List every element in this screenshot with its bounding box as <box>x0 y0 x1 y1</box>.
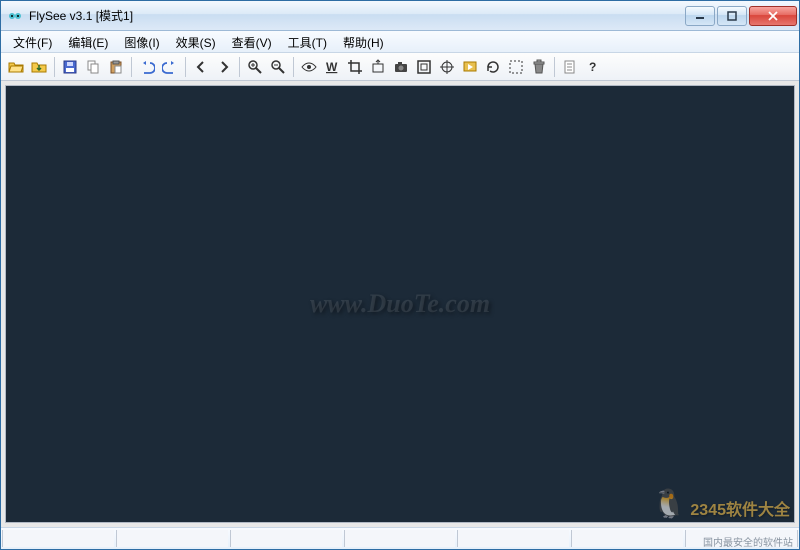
whats-this-icon: ? <box>585 59 601 75</box>
watermark-corner: 🐧 2345软件大全 <box>652 487 790 520</box>
copy-button[interactable] <box>82 56 104 78</box>
save-icon <box>62 59 78 75</box>
open-button[interactable] <box>5 56 27 78</box>
zoom-in-button[interactable] <box>244 56 266 78</box>
capture-button[interactable] <box>367 56 389 78</box>
statusbar: 国内最安全的软件站 <box>1 527 799 549</box>
arrow-left-icon <box>193 59 209 75</box>
paste-icon <box>108 59 124 75</box>
camera-button[interactable] <box>390 56 412 78</box>
watermark-center: www.DuoTe.com <box>310 289 490 319</box>
separator <box>554 57 555 77</box>
separator <box>185 57 186 77</box>
arrow-right-icon <box>216 59 232 75</box>
prev-button[interactable] <box>190 56 212 78</box>
status-panel-1 <box>2 530 114 547</box>
info-icon <box>562 59 578 75</box>
capture-icon <box>370 59 386 75</box>
collect-button[interactable] <box>28 56 50 78</box>
status-panel-2 <box>116 530 228 547</box>
wallpaper-button[interactable]: W <box>321 56 343 78</box>
info-button[interactable] <box>559 56 581 78</box>
menu-tools[interactable]: 工具(T) <box>280 31 335 52</box>
separator <box>239 57 240 77</box>
select-button[interactable] <box>505 56 527 78</box>
separator <box>293 57 294 77</box>
rotate-button[interactable] <box>482 56 504 78</box>
eye-icon <box>301 59 317 75</box>
zoom-in-icon <box>247 59 263 75</box>
status-panel-3 <box>230 530 342 547</box>
status-panel-6 <box>571 530 683 547</box>
menu-image[interactable]: 图像(I) <box>116 31 167 52</box>
menubar: 文件(F) 编辑(E) 图像(I) 效果(S) 查看(V) 工具(T) 帮助(H… <box>1 31 799 53</box>
toolbar: W ? <box>1 53 799 81</box>
whatsthis-button[interactable]: ? <box>582 56 604 78</box>
copy-icon <box>85 59 101 75</box>
redo-icon <box>162 59 178 75</box>
camera-icon <box>393 59 409 75</box>
titlebar[interactable]: FlySee v3.1 [模式1] <box>1 1 799 31</box>
maximize-icon <box>727 11 737 21</box>
crop-button[interactable] <box>344 56 366 78</box>
menu-edit[interactable]: 编辑(E) <box>60 31 116 52</box>
trash-button[interactable] <box>528 56 550 78</box>
menu-view[interactable]: 查看(V) <box>224 31 280 52</box>
mascot-icon: 🐧 <box>652 487 687 520</box>
status-panel-4 <box>344 530 456 547</box>
window-title: FlySee v3.1 [模式1] <box>29 7 685 24</box>
wallpaper-icon: W <box>324 59 340 75</box>
trash-icon <box>531 59 547 75</box>
separator <box>131 57 132 77</box>
preview-button[interactable] <box>298 56 320 78</box>
status-panel-7: 国内最安全的软件站 <box>685 530 798 547</box>
menu-help[interactable]: 帮助(H) <box>335 31 392 52</box>
menu-file[interactable]: 文件(F) <box>5 31 60 52</box>
zoom-out-button[interactable] <box>267 56 289 78</box>
close-button[interactable] <box>749 6 797 26</box>
close-icon <box>768 11 778 21</box>
undo-icon <box>139 59 155 75</box>
select-icon <box>508 59 524 75</box>
target-icon <box>439 59 455 75</box>
folder-in-icon <box>31 59 47 75</box>
minimize-icon <box>695 11 705 21</box>
open-icon <box>8 59 24 75</box>
undo-button[interactable] <box>136 56 158 78</box>
save-button[interactable] <box>59 56 81 78</box>
canvas-area: www.DuoTe.com 🐧 2345软件大全 <box>1 81 799 527</box>
image-canvas[interactable]: www.DuoTe.com 🐧 2345软件大全 <box>5 85 795 523</box>
minimize-button[interactable] <box>685 6 715 26</box>
slideshow-icon <box>462 59 478 75</box>
slideshow-button[interactable] <box>459 56 481 78</box>
app-icon <box>7 8 23 24</box>
separator <box>54 57 55 77</box>
target-button[interactable] <box>436 56 458 78</box>
next-button[interactable] <box>213 56 235 78</box>
zoom-out-icon <box>270 59 286 75</box>
redo-button[interactable] <box>159 56 181 78</box>
window-controls <box>685 6 797 26</box>
fullscreen-icon <box>416 59 432 75</box>
status-panel-5 <box>457 530 569 547</box>
svg-text:W: W <box>326 60 338 74</box>
svg-text:?: ? <box>589 60 596 74</box>
app-window: FlySee v3.1 [模式1] 文件(F) 编辑(E) 图像(I) 效果(S… <box>0 0 800 550</box>
paste-button[interactable] <box>105 56 127 78</box>
menu-effect[interactable]: 效果(S) <box>168 31 224 52</box>
fullscreen-button[interactable] <box>413 56 435 78</box>
corner-brand: 2345软件大全 <box>690 496 790 520</box>
crop-icon <box>347 59 363 75</box>
rotate-icon <box>485 59 501 75</box>
maximize-button[interactable] <box>717 6 747 26</box>
corner-subtitle: 国内最安全的软件站 <box>703 534 793 549</box>
